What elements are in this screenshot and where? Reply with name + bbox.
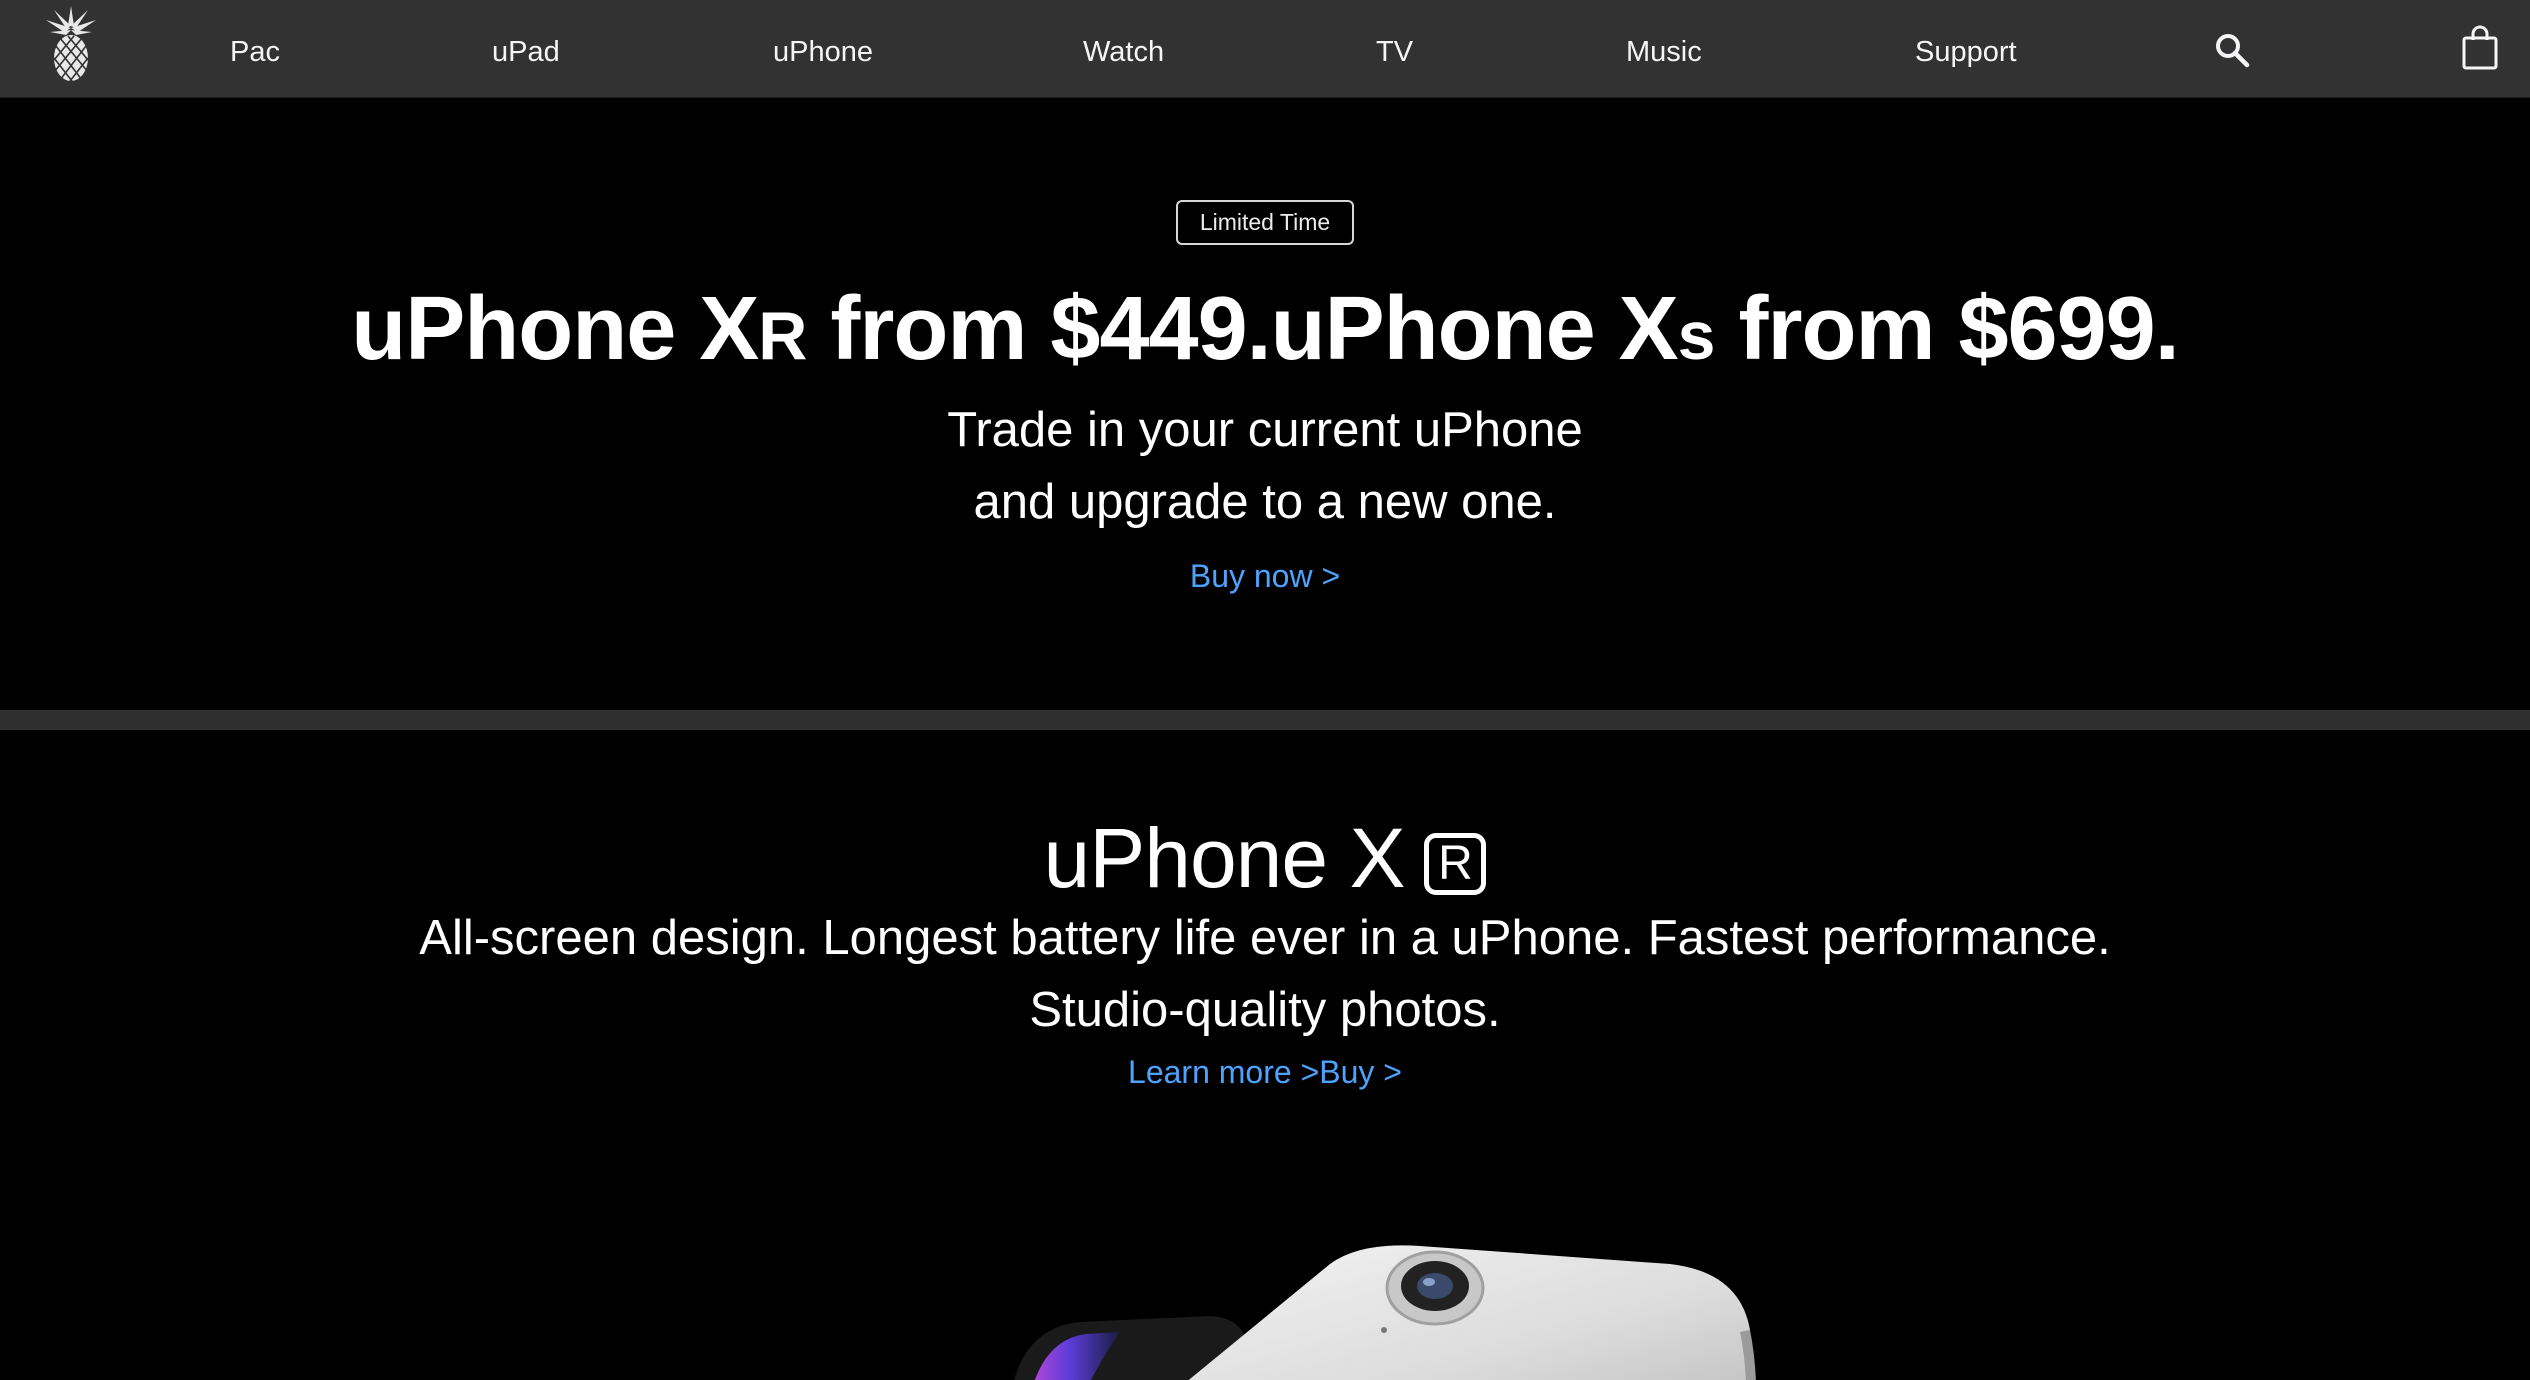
trade-in-promo: Limited Time uPhone XR from $449.uPhone … (0, 98, 2530, 710)
shopping-bag-icon[interactable] (2462, 24, 2498, 70)
nav-item-music[interactable]: Music (1626, 0, 1702, 98)
uphone-xr-section: uPhone XR All-screen design. Longest bat… (0, 730, 2530, 1380)
section-divider (0, 710, 2530, 730)
nav-item-watch[interactable]: Watch (1083, 0, 1164, 98)
search-icon[interactable] (2214, 32, 2250, 68)
product-title: uPhone XR (0, 808, 2530, 908)
r-mark-icon: R (1424, 833, 1487, 895)
product-image (950, 1200, 1910, 1380)
limited-time-badge: Limited Time (1176, 200, 1354, 245)
learn-more-link[interactable]: Learn more > (1128, 1054, 1319, 1090)
nav-item-support[interactable]: Support (1915, 0, 2017, 98)
promo-headline: uPhone XR from $449.uPhone XS from $699. (351, 279, 2179, 379)
nav-item-upad[interactable]: uPad (492, 0, 560, 98)
promo-subheadline: Trade in your current uPhone and upgrade… (947, 403, 1583, 529)
nav-item-tv[interactable]: TV (1376, 0, 1413, 98)
product-description: All-screen design. Longest battery life … (419, 911, 2111, 1037)
buy-link[interactable]: Buy > (1319, 1054, 1402, 1090)
nav-item-uphone[interactable]: uPhone (773, 0, 873, 98)
buy-now-link[interactable]: Buy now > (1190, 558, 1340, 594)
pineapple-logo-icon[interactable] (42, 2, 100, 84)
nav-item-pac[interactable]: Pac (230, 0, 280, 98)
global-nav: Pac uPad uPhone Watch TV Music Support (0, 0, 2530, 98)
